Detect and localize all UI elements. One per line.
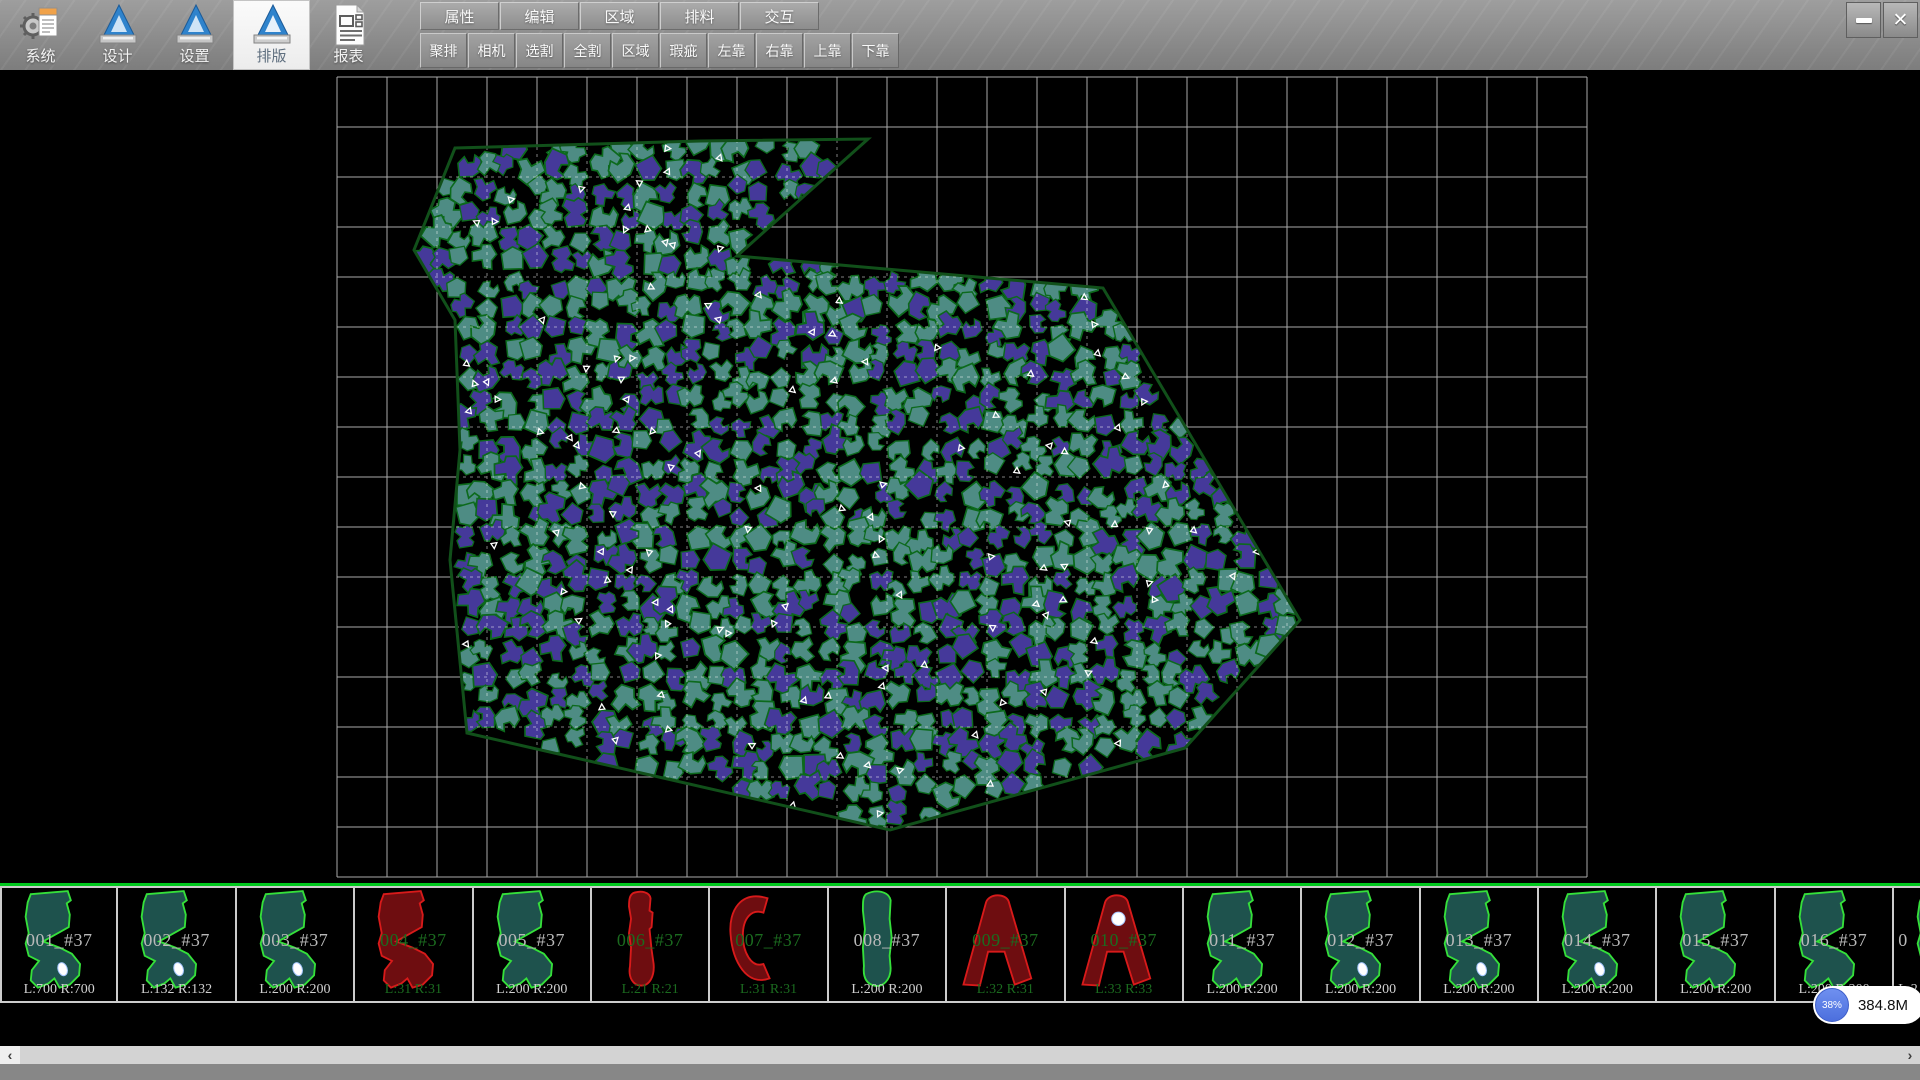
status-bar [0, 1064, 1920, 1080]
nesting-canvas-svg [0, 70, 1920, 883]
tool-button-1[interactable]: 聚排 [420, 33, 467, 68]
piece-lr-count: L:200 R:200 [474, 982, 590, 998]
piece-name: 011_#37 [1184, 930, 1300, 951]
tray-cell-006_#37[interactable]: 006_#37 L:21 R:21 [592, 886, 710, 1003]
piece-name: 012_#37 [1302, 930, 1418, 951]
piece-name: 015_#37 [1657, 930, 1773, 951]
tray-cell-010_#37[interactable]: 010_#37 L:33 R:33 [1066, 886, 1184, 1003]
piece-name: 009_#37 [947, 930, 1063, 951]
menu-tab-1[interactable]: 属性 [420, 2, 499, 30]
menu-tab-2[interactable]: 编辑 [500, 2, 579, 30]
piece-lr-count: L:200 R:200 [1421, 982, 1537, 998]
main-toolbar: 系统 设计 设置 排版 报表 属性编辑区域排料交互 聚排相机选割全割区域瑕疵左靠… [0, 0, 1920, 71]
nav-button-3[interactable]: 设置 [156, 0, 233, 70]
tool-button-10[interactable]: 下靠 [852, 33, 899, 68]
piece-name: 006_#37 [592, 930, 708, 951]
nav-button-label: 系统 [25, 48, 55, 66]
tray-cell-003_#37[interactable]: 003_#37 L:200 R:200 [237, 886, 355, 1003]
layout-set-square-icon [250, 2, 294, 48]
piece-lr-count: L:200 R:200 [237, 982, 353, 998]
close-icon: ✕ [1893, 9, 1909, 32]
tray-cell-008_#37[interactable]: 008_#37 L:200 R:200 [829, 886, 947, 1003]
tool-button-8[interactable]: 右靠 [756, 33, 803, 68]
nav-button-4[interactable]: 排版 [233, 0, 310, 70]
memory-usage-text: 384.8M [1858, 997, 1908, 1014]
menu-tab-4[interactable]: 排料 [660, 2, 739, 30]
menu-tab-5[interactable]: 交互 [740, 2, 819, 30]
minimize-button[interactable] [1846, 2, 1881, 38]
nav-button-label: 报表 [333, 48, 363, 66]
tray-cell-002_#37[interactable]: 002_#37 L:132 R:132 [118, 886, 236, 1003]
tray-cell-001_#37[interactable]: 001_#37 L:700 R:700 [0, 886, 118, 1003]
tray-cell-012_#37[interactable]: 012_#37 L:200 R:200 [1302, 886, 1420, 1003]
piece-lr-count: L:200 R:200 [1302, 982, 1418, 998]
piece-lr-count: L:32 R:31 [947, 982, 1063, 998]
window-controls: ✕ [1844, 2, 1918, 38]
design-set-square-icon [96, 2, 140, 48]
tool-button-6[interactable]: 瑕疵 [660, 33, 707, 68]
piece-lr-count: L:31 R:31 [355, 982, 471, 998]
horizontal-scrollbar[interactable]: ‹ › [0, 1046, 1920, 1064]
piece-lr-count: L:200 R:200 [1539, 982, 1655, 998]
tool-button-5[interactable]: 区域 [612, 33, 659, 68]
piece-name: 010_#37 [1066, 930, 1182, 951]
piece-name: 005_#37 [474, 930, 590, 951]
piece-lr-count: L:31 R:31 [710, 982, 826, 998]
minimize-icon [1856, 18, 1872, 23]
piece-name: 016_#37 [1776, 930, 1892, 951]
tray-cell-009_#37[interactable]: 009_#37 L:32 R:31 [947, 886, 1065, 1003]
progress-percent: 38% [1822, 1000, 1842, 1011]
report-icon [327, 2, 371, 48]
nav-button-1[interactable]: 系统 [2, 0, 79, 70]
tray-cell-014_#37[interactable]: 014_#37 L:200 R:200 [1539, 886, 1657, 1003]
tool-button-bar: 聚排相机选割全割区域瑕疵左靠右靠上靠下靠 [420, 33, 900, 68]
tray-cell-004_#37[interactable]: 004_#37 L:31 R:31 [355, 886, 473, 1003]
tray-cell-013_#37[interactable]: 013_#37 L:200 R:200 [1421, 886, 1539, 1003]
tray-cell-011_#37[interactable]: 011_#37 L:200 R:200 [1184, 886, 1302, 1003]
tray-cell-007_#37[interactable]: 007_#37 L:31 R:31 [710, 886, 828, 1003]
menu-tab-bar: 属性编辑区域排料交互 [420, 2, 820, 30]
tool-button-7[interactable]: 左靠 [708, 33, 755, 68]
piece-name: 014_#37 [1539, 930, 1655, 951]
tray-cell-row: 001_#37L:700 R:700002_#37L:132 R:132003_… [0, 886, 1920, 1005]
nav-button-label: 设置 [179, 48, 209, 66]
piece-lr-count: L:33 R:33 [1066, 982, 1182, 998]
tool-button-9[interactable]: 上靠 [804, 33, 851, 68]
scroll-right-arrow[interactable]: › [1900, 1046, 1920, 1064]
settings-set-square-icon [173, 2, 217, 48]
piece-name: 004_#37 [355, 930, 471, 951]
piece-name: 007_#37 [710, 930, 826, 951]
piece-lr-count: L:200 R:200 [829, 982, 945, 998]
memory-badge: 38% 384.8M [1813, 986, 1920, 1024]
tray-cell-015_#37[interactable]: 015_#37 L:200 R:200 [1657, 886, 1775, 1003]
piece-lr-count: L:132 R:132 [118, 982, 234, 998]
piece-name: 013_#37 [1421, 930, 1537, 951]
piece-lr-count: L:200 R:200 [1657, 982, 1773, 998]
nav-button-group: 系统 设计 设置 排版 报表 [2, 0, 387, 70]
nav-button-label: 排版 [256, 48, 286, 66]
piece-lr-count: L:21 R:21 [592, 982, 708, 998]
piece-name: 0 [1894, 930, 1920, 951]
piece-lr-count: L:200 R:200 [1184, 982, 1300, 998]
piece-name: 001_#37 [2, 930, 116, 951]
nav-button-5[interactable]: 报表 [310, 0, 387, 70]
menu-tab-3[interactable]: 区域 [580, 2, 659, 30]
piece-name: 002_#37 [118, 930, 234, 951]
tool-button-4[interactable]: 全割 [564, 33, 611, 68]
piece-name: 003_#37 [237, 930, 353, 951]
nav-button-label: 设计 [102, 48, 132, 66]
piece-tray: 001_#37L:700 R:700002_#37L:132 R:132003_… [0, 883, 1920, 1005]
close-button[interactable]: ✕ [1883, 2, 1918, 38]
tool-button-2[interactable]: 相机 [468, 33, 515, 68]
progress-circle: 38% [1815, 988, 1849, 1022]
scroll-left-arrow[interactable]: ‹ [0, 1046, 20, 1064]
piece-lr-count: L:700 R:700 [2, 982, 116, 998]
system-gear-icon [19, 2, 63, 48]
tray-cell-005_#37[interactable]: 005_#37 L:200 R:200 [474, 886, 592, 1003]
piece-name: 008_#37 [829, 930, 945, 951]
nav-button-2[interactable]: 设计 [79, 0, 156, 70]
nesting-canvas[interactable] [0, 70, 1920, 883]
tool-button-3[interactable]: 选割 [516, 33, 563, 68]
